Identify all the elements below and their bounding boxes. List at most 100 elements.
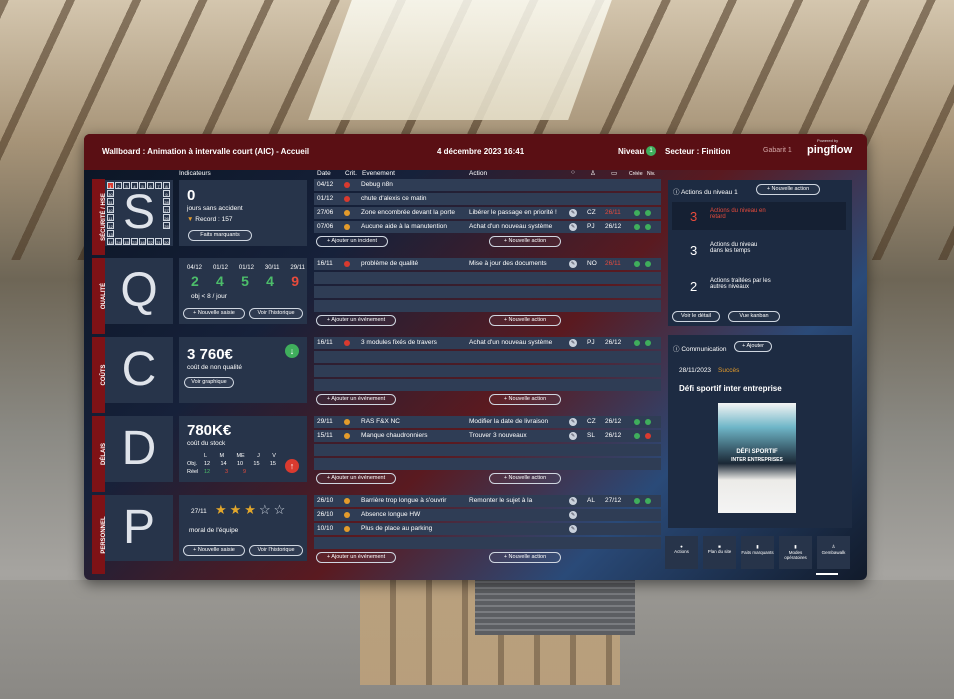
event-text: Debug n8n — [361, 181, 393, 188]
actions-panel-header: ⓘ Actions du niveau 1 — [673, 186, 738, 196]
criticality-dot — [344, 210, 350, 216]
secteur-label[interactable]: Secteur : Finition — [665, 147, 730, 156]
new-action-button-p[interactable]: + Nouvelle action — [489, 552, 561, 563]
new-saisie-button-p[interactable]: + Nouvelle saisie — [183, 545, 245, 556]
calendar-day: 12 — [107, 222, 114, 229]
calendar-day: 7 — [155, 182, 162, 189]
delais-reel-value: 3 — [225, 469, 229, 475]
history-button-p[interactable]: Voir l'historique — [249, 545, 303, 556]
qualite-date: 29/11 — [290, 265, 305, 271]
comm-poster-image[interactable]: DÉFI SPORTIF INTER ENTREPRISES — [718, 403, 796, 513]
table-row[interactable]: 16/11 3 modules fixés de travers Achat d'u… — [314, 337, 661, 349]
ontime-actions-item[interactable]: 3 Actions du niveau dans les temps — [672, 236, 846, 264]
event-date: 15/11 — [317, 432, 333, 439]
brand-small: Powered by — [817, 138, 839, 143]
delais-reel-value: 9 — [242, 469, 246, 475]
faits-marquants-button[interactable]: Faits marquants — [188, 230, 252, 241]
nav-actions-button[interactable]: ● Actions — [665, 536, 698, 569]
calendar-day: 20 — [163, 238, 170, 245]
status-icon[interactable]: ✎ — [569, 209, 577, 217]
nav-plan-site-button[interactable]: ■ Plan du site — [703, 536, 736, 569]
new-action-button-c[interactable]: + Nouvelle action — [489, 394, 561, 405]
status-icon[interactable]: ✎ — [569, 223, 577, 231]
table-row[interactable] — [314, 351, 661, 363]
moral-subtitle: moral de l'équipe — [189, 527, 239, 534]
status-icon[interactable]: ✎ — [569, 418, 577, 426]
late-actions-item[interactable]: 3 Actions du niveau en retard — [672, 202, 846, 230]
event-text: Barrière trop longue à s'ouvrir — [361, 497, 447, 504]
new-action-panel-button[interactable]: + Nouvelle action — [756, 184, 820, 195]
status-dot — [645, 224, 651, 230]
status-icon[interactable]: ✎ — [569, 339, 577, 347]
table-row[interactable] — [314, 272, 661, 284]
add-event-button-q[interactable]: + Ajouter un événement — [316, 315, 396, 326]
status-icon[interactable]: ✎ — [569, 260, 577, 268]
event-action: Achat d'un nouveau système — [469, 223, 553, 230]
add-event-button-p[interactable]: + Ajouter un événement — [316, 552, 396, 563]
qualite-date: 01/12 — [212, 265, 228, 271]
table-row[interactable]: 07/06 Aucune aide à la manutention Achat d… — [314, 221, 661, 233]
other-levels-item[interactable]: 2 Actions traitées par les autres niveau… — [672, 272, 846, 300]
nav-modes-operatoires-button[interactable]: ▮ Modes opératoires — [779, 536, 812, 569]
calendar-day: 30 — [107, 190, 114, 197]
sidebar-delais: DÉLAIS — [92, 416, 107, 492]
table-row[interactable]: 01/12 chute d'alexis ce matin — [314, 193, 661, 205]
table-row[interactable]: 10/10 Plus de place au parking ✎ — [314, 523, 661, 535]
background-stack — [475, 575, 635, 635]
add-event-button-d[interactable]: + Ajouter un événement — [316, 473, 396, 484]
calendar-day: 14 — [107, 238, 114, 245]
actions-panel: ⓘ Actions du niveau 1 + Nouvelle action … — [668, 180, 852, 326]
arrow-down-icon: ↓ — [285, 344, 299, 358]
event-due: 26/12 — [605, 432, 622, 439]
voir-detail-button[interactable]: Voir le détail — [672, 311, 720, 322]
table-row[interactable] — [314, 379, 661, 391]
event-date: 07/06 — [317, 223, 334, 230]
add-incident-button[interactable]: + Ajouter un incident — [316, 236, 388, 247]
table-row[interactable]: 27/06 Zone encombrée devant la porte Libér… — [314, 207, 661, 219]
col-crit: Crit. — [345, 170, 357, 177]
new-action-button-q[interactable]: + Nouvelle action — [489, 315, 561, 326]
table-row[interactable]: 26/10 Absence longue HW ✎ — [314, 509, 661, 521]
table-row[interactable]: 04/12 Debug n8n — [314, 179, 661, 191]
clock-icon: ○ — [571, 169, 575, 176]
calendar-day: 21 — [155, 238, 162, 245]
status-icon[interactable]: ✎ — [569, 497, 577, 505]
history-button-q[interactable]: Voir l'historique — [249, 308, 303, 319]
vue-kanban-button[interactable]: Vue kanban — [728, 311, 780, 322]
status-icon[interactable]: ✎ — [569, 511, 577, 519]
new-saisie-button-q[interactable]: + Nouvelle saisie — [183, 308, 245, 319]
col-creee: Créée — [629, 171, 643, 177]
table-row[interactable] — [314, 286, 661, 298]
status-icon[interactable]: ✎ — [569, 525, 577, 533]
table-row[interactable] — [314, 300, 661, 312]
voir-graphique-button[interactable]: Voir graphique — [184, 377, 234, 388]
qualite-value: 4 — [266, 273, 274, 289]
add-communication-button[interactable]: + Ajouter — [734, 341, 772, 352]
niveau-badge[interactable]: 1 — [646, 146, 656, 156]
table-row[interactable]: 29/11 RAS F&X NC Modifier la date de livra… — [314, 416, 661, 428]
new-action-button-s[interactable]: + Nouvelle action — [489, 236, 561, 247]
status-icon[interactable]: ✎ — [569, 432, 577, 440]
col-indicateurs: Indicateurs — [179, 170, 211, 177]
qualite-value: 2 — [191, 273, 199, 289]
moral-date: 27/11 — [191, 508, 207, 515]
table-row[interactable]: 16/11 problème de qualité Mise à jour des … — [314, 258, 661, 270]
table-row[interactable] — [314, 458, 661, 470]
add-event-button-c[interactable]: + Ajouter un événement — [316, 394, 396, 405]
nav-faits-marquants-button[interactable]: ▮ Faits marquants — [741, 536, 774, 569]
letter-d: D — [105, 416, 173, 482]
letter-q: Q — [105, 258, 173, 324]
obj-label: Obj. — [187, 461, 198, 467]
new-action-button-d[interactable]: + Nouvelle action — [489, 473, 561, 484]
event-date: 04/12 — [317, 181, 334, 188]
table-row[interactable] — [314, 537, 661, 549]
user-icon: ♙ — [590, 170, 596, 177]
table-row[interactable]: 15/11 Manque chaudronniers Trouver 3 nouve… — [314, 430, 661, 442]
nav-gembawalk-button[interactable]: ♙ Gembawalk — [817, 536, 850, 569]
table-row[interactable]: 26/10 Barrière trop longue à s'ouvrir Remo… — [314, 495, 661, 507]
letter-c: C — [105, 337, 173, 403]
table-row[interactable] — [314, 365, 661, 377]
other-count: 2 — [690, 279, 698, 294]
gabarit-label[interactable]: Gabarit 1 — [763, 147, 792, 154]
table-row[interactable] — [314, 444, 661, 456]
